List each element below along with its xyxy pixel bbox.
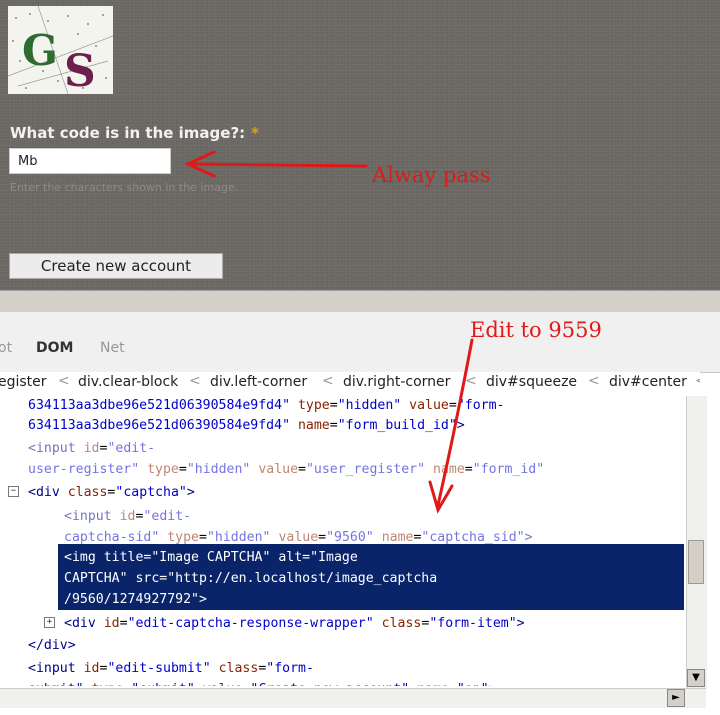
- source-line[interactable]: <div id="edit-captcha-response-wrapper" …: [64, 613, 525, 634]
- window-bottom-edge: [0, 708, 720, 715]
- breadcrumb-separator: <: [322, 373, 334, 389]
- breadcrumb-separator: <: [588, 373, 600, 389]
- right-arrow-icon[interactable]: ►: [667, 689, 685, 707]
- required-asterisk: *: [251, 124, 260, 142]
- html-source-tree: 634113aa3dbe96e521d06390584e9fd4" type="…: [0, 396, 686, 686]
- registration-form-area: G S What code is in the image?: * Enter t…: [0, 0, 720, 290]
- breadcrumb: egister < div.clear-block < div.left-cor…: [0, 372, 700, 397]
- down-arrow-icon[interactable]: ▼: [687, 669, 705, 687]
- source-line[interactable]: <input id="edit-submit" class="form-: [28, 658, 314, 679]
- breadcrumb-separator: <: [189, 373, 201, 389]
- tab-script[interactable]: ot: [0, 340, 12, 356]
- annotation-alway-pass: Alway pass: [372, 163, 491, 187]
- source-line[interactable]: <div class="captcha">: [28, 482, 195, 503]
- source-line[interactable]: 634113aa3dbe96e521d06390584e9fd4" type="…: [28, 396, 504, 416]
- source-line[interactable]: submit" type="submit" value="Create new …: [28, 679, 497, 686]
- source-line[interactable]: <input id="edit-: [28, 438, 155, 459]
- breadcrumb-item[interactable]: egister: [0, 374, 47, 390]
- breadcrumb-item[interactable]: div.left-corner: [210, 374, 307, 390]
- source-line: CAPTCHA" src="http://en.localhost/image_…: [64, 571, 438, 586]
- captcha-question-label: What code is in the image?: *: [10, 124, 259, 142]
- captcha-code-input[interactable]: [9, 148, 171, 174]
- breadcrumb-separator: <: [695, 373, 700, 389]
- selected-node-img-captcha[interactable]: <img title="Image CAPTCHA" alt="Image CA…: [58, 544, 684, 610]
- annotation-edit-to-9559: Edit to 9559: [470, 318, 602, 342]
- horizontal-scrollbar[interactable]: [0, 688, 706, 709]
- tab-dom[interactable]: DOM: [36, 340, 73, 356]
- breadcrumb-item[interactable]: div#center: [609, 374, 687, 390]
- source-line: <img title="Image CAPTCHA" alt="Image: [64, 550, 358, 565]
- captcha-glyph-g: G: [22, 26, 58, 75]
- create-account-button[interactable]: Create new account: [9, 253, 223, 279]
- captcha-question-text: What code is in the image?:: [10, 124, 246, 142]
- source-line[interactable]: </div>: [28, 635, 76, 656]
- captcha-hint: Enter the characters shown in the image.: [10, 181, 239, 194]
- breadcrumb-item[interactable]: div.clear-block: [78, 374, 178, 390]
- breadcrumb-item[interactable]: div.right-corner: [343, 374, 450, 390]
- tab-net[interactable]: Net: [100, 340, 125, 356]
- source-line: /9560/1274927792">: [64, 592, 207, 607]
- captcha-image: G S: [8, 6, 113, 94]
- breadcrumb-separator: <: [58, 373, 70, 389]
- breadcrumb-item[interactable]: div#squeeze: [486, 374, 577, 390]
- source-line[interactable]: <input id="edit-: [64, 506, 191, 527]
- captcha-glyph-s: S: [64, 46, 96, 94]
- vertical-scroll-thumb[interactable]: [688, 540, 704, 584]
- collapse-toggle-icon[interactable]: −: [8, 486, 19, 497]
- source-line[interactable]: user-register" type="hidden" value="user…: [28, 459, 544, 480]
- breadcrumb-separator: <: [465, 373, 477, 389]
- panel-divider[interactable]: [0, 290, 720, 313]
- expand-toggle-icon[interactable]: +: [44, 617, 55, 628]
- source-line[interactable]: 634113aa3dbe96e521d06390584e9fd4" name="…: [28, 415, 465, 436]
